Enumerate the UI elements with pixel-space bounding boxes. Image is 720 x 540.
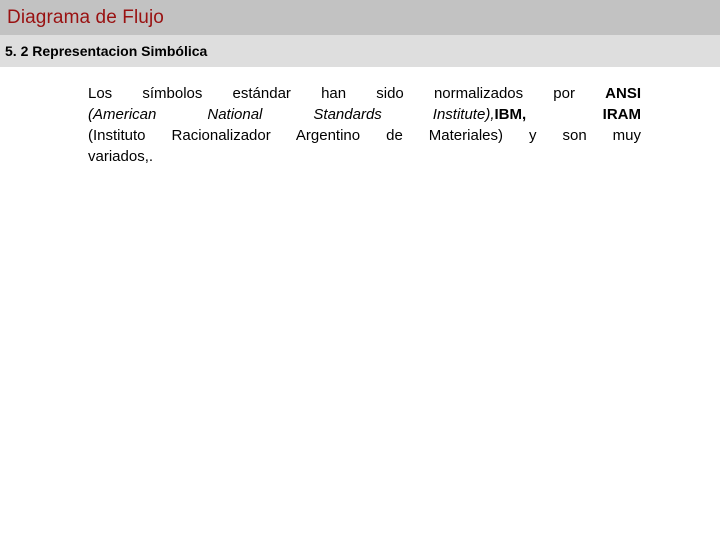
body-line-2: (American National Standards Institute),… (88, 104, 641, 125)
page-title: Diagrama de Flujo (7, 7, 164, 28)
body-line-4: variados,. (88, 148, 154, 165)
body-line-1-text: Los símbolos estándar han sido normaliza… (88, 85, 606, 102)
body-line-2-italic: (American National Standards Institute), (88, 106, 495, 123)
body-line-2-emphasis: IBM, IRAM (494, 106, 641, 123)
body-line-1: Los símbolos estándar han sido normaliza… (88, 83, 641, 104)
slide: Diagrama de Flujo 5. 2 Representacion Si… (0, 0, 720, 540)
body-line-1-emphasis: ANSI (605, 85, 641, 102)
section-subtitle: 5. 2 Representacion Simbólica (5, 43, 208, 59)
body-paragraph: Los símbolos estándar han sido normaliza… (88, 83, 641, 167)
body-line-3: (Instituto Racionalizador Argentino de M… (88, 127, 641, 144)
body-text-block: Los símbolos estándar han sido normaliza… (88, 83, 641, 167)
